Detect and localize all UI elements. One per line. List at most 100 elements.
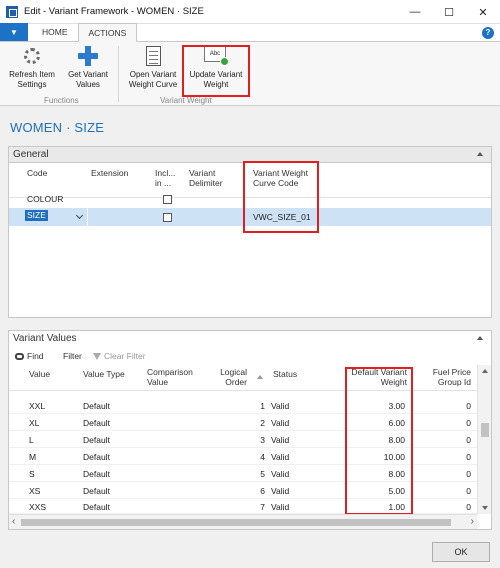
cell-status[interactable]: Valid xyxy=(271,502,289,512)
cell-fuel-price-group[interactable]: 0 xyxy=(429,502,471,512)
col-comparison-line1: Comparison xyxy=(147,367,193,377)
refresh-item-settings-button[interactable]: Refresh Item Settings xyxy=(6,46,58,89)
tab-actions[interactable]: ACTIONS xyxy=(77,23,138,42)
cell-logical-order[interactable]: 3 xyxy=(239,435,265,445)
get-variant-values-button[interactable]: Get Variant Values xyxy=(62,46,114,89)
binoculars-icon xyxy=(15,353,24,360)
group-label-functions: Functions xyxy=(44,96,79,105)
cell-value[interactable]: XXL xyxy=(29,401,45,411)
collapse-caret-icon[interactable] xyxy=(477,336,483,340)
scroll-up-arrow-icon[interactable] xyxy=(482,369,488,373)
filter-button[interactable]: Filter xyxy=(63,351,82,361)
clear-filter-label: Clear Filter xyxy=(104,351,146,361)
horizontal-scrollbar[interactable]: ‹ › xyxy=(9,514,477,529)
col-extension[interactable]: Extension xyxy=(91,168,128,178)
funnel-icon xyxy=(93,353,101,360)
cell-value-type[interactable]: Default xyxy=(83,469,110,479)
cell-value[interactable]: XL xyxy=(29,418,39,428)
open-variant-weight-curve-label-2: Weight Curve xyxy=(128,79,178,89)
ribbon: Refresh Item Settings Get Variant Values… xyxy=(0,42,500,106)
col-logical-order[interactable]: Logical Order xyxy=(209,367,247,387)
page-title: WOMEN · SIZE xyxy=(10,120,105,135)
get-variant-values-label-2: Values xyxy=(76,79,100,89)
cell-fuel-price-group[interactable]: 0 xyxy=(429,469,471,479)
open-variant-weight-curve-button[interactable]: Open Variant Weight Curve xyxy=(124,46,182,89)
cell-value-type[interactable]: Default xyxy=(83,486,110,496)
col-delimiter-line1: Variant xyxy=(189,168,216,178)
open-variant-weight-curve-label-1: Open Variant xyxy=(129,70,177,79)
horizontal-scroll-thumb[interactable] xyxy=(21,519,451,526)
close-button[interactable]: ✕ xyxy=(466,0,500,24)
ok-button[interactable]: OK xyxy=(432,542,490,562)
cell-fuel-price-group[interactable]: 0 xyxy=(429,452,471,462)
ribbon-tabs: ▼ HOME ACTIONS ? xyxy=(0,23,500,42)
title-bar: Edit - Variant Framework - WOMEN · SIZE … xyxy=(0,0,500,24)
file-menu-button[interactable]: ▼ xyxy=(0,23,28,41)
cell-status[interactable]: Valid xyxy=(271,486,289,496)
tab-home[interactable]: HOME xyxy=(32,23,78,41)
cell-logical-order[interactable]: 1 xyxy=(239,401,265,411)
cell-value-type[interactable]: Default xyxy=(83,401,110,411)
cell-status[interactable]: Valid xyxy=(271,469,289,479)
cell-value[interactable]: S xyxy=(29,469,35,479)
cell-value[interactable]: M xyxy=(29,452,36,462)
col-included[interactable]: Incl... in ... xyxy=(155,168,175,188)
cell-logical-order[interactable]: 5 xyxy=(239,469,265,479)
cell-value-type[interactable]: Default xyxy=(83,418,110,428)
window-title: Edit - Variant Framework - WOMEN · SIZE xyxy=(24,6,204,17)
find-button[interactable]: Find xyxy=(15,351,44,361)
cell-fuel-price-group[interactable]: 0 xyxy=(429,401,471,411)
scroll-left-arrow-icon[interactable]: ‹ xyxy=(12,516,15,527)
update-variant-weight-highlight xyxy=(182,45,250,97)
cell-code[interactable]: COLOUR xyxy=(27,194,63,204)
variant-values-panel: Variant Values Find Filter Clear Filter … xyxy=(8,330,492,530)
cell-logical-order[interactable]: 6 xyxy=(239,486,265,496)
cell-fuel-price-group[interactable]: 0 xyxy=(429,418,471,428)
help-icon[interactable]: ? xyxy=(482,27,494,39)
cell-value-type[interactable]: Default xyxy=(83,452,110,462)
sort-ascending-icon xyxy=(257,375,263,379)
document-icon xyxy=(143,46,163,66)
cell-value-type[interactable]: Default xyxy=(83,502,110,512)
col-delimiter[interactable]: Variant Delimiter xyxy=(189,168,223,188)
scroll-down-arrow-icon[interactable] xyxy=(482,506,488,510)
col-value-type[interactable]: Value Type xyxy=(83,369,125,379)
cell-status[interactable]: Valid xyxy=(271,418,289,428)
cell-logical-order[interactable]: 7 xyxy=(239,502,265,512)
collapse-caret-icon[interactable] xyxy=(477,152,483,156)
gear-icon xyxy=(22,46,42,66)
group-label-variant-weight: Variant Weight xyxy=(160,96,212,105)
scroll-right-arrow-icon[interactable]: › xyxy=(471,516,474,527)
col-comparison-value[interactable]: Comparison Value xyxy=(147,367,193,387)
cell-logical-order[interactable]: 2 xyxy=(239,418,265,428)
cell-value-type[interactable]: Default xyxy=(83,435,110,445)
general-title: General xyxy=(13,149,49,160)
cell-logical-order[interactable]: 4 xyxy=(239,452,265,462)
minimize-button[interactable]: — xyxy=(398,0,432,24)
col-code[interactable]: Code xyxy=(27,168,47,178)
col-status[interactable]: Status xyxy=(273,369,297,379)
plus-icon xyxy=(78,46,98,66)
cell-status[interactable]: Valid xyxy=(271,452,289,462)
vertical-scroll-thumb[interactable] xyxy=(481,423,489,437)
cell-code-selected[interactable]: SIZE xyxy=(25,210,48,221)
include-checkbox[interactable] xyxy=(163,213,172,222)
cell-fuel-price-group[interactable]: 0 xyxy=(429,435,471,445)
maximize-button[interactable]: ☐ xyxy=(432,0,466,24)
include-checkbox[interactable] xyxy=(163,195,172,204)
cell-status[interactable]: Valid xyxy=(271,435,289,445)
vertical-scrollbar[interactable] xyxy=(477,365,491,514)
clear-filter-button[interactable]: Clear Filter xyxy=(93,351,146,361)
col-value[interactable]: Value xyxy=(29,369,50,379)
cell-fuel-price-group[interactable]: 0 xyxy=(429,486,471,496)
cell-value[interactable]: XXS xyxy=(29,502,46,512)
cell-value[interactable]: XS xyxy=(29,486,40,496)
variant-values-header[interactable]: Variant Values xyxy=(9,331,491,347)
refresh-item-settings-label-2: Settings xyxy=(17,79,47,89)
cell-value[interactable]: L xyxy=(29,435,34,445)
col-fuel-line1: Fuel Price xyxy=(432,367,471,377)
cell-status[interactable]: Valid xyxy=(271,401,289,411)
chevron-down-icon[interactable] xyxy=(75,211,84,220)
find-label: Find xyxy=(27,351,44,361)
col-fuel-price-group[interactable]: Fuel Price Group Id xyxy=(421,367,471,387)
